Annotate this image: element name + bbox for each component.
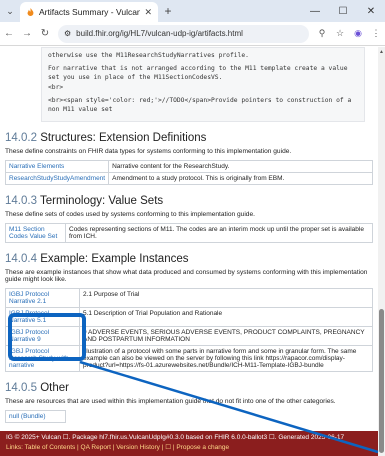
footer-line-1: IG © 2025+ Vulcan ☐. Package hl7.fhir.us… [6, 434, 345, 441]
section-heading-examples: 14.0.4 Example: Example Instances [5, 253, 373, 265]
close-window-icon[interactable]: ✕ [357, 0, 385, 22]
artifact-link[interactable]: null (Bundle) [5, 410, 66, 424]
menu-dots-icon[interactable]: ⋮ [367, 24, 385, 44]
section-description: These define constraints on FHIR data ty… [5, 148, 292, 156]
code-line: otherwise use the M11ResearchStudyNarrat… [48, 52, 249, 59]
browser-tab-bar: ⌄ Artifacts Summary - Vulcan UDP ✕ + — ☐… [0, 0, 385, 22]
scrollbar-thumb[interactable] [379, 309, 384, 453]
section-number: 14.0.5 [5, 382, 37, 395]
tab-title: Artifacts Summary - Vulcan UDP [39, 7, 141, 17]
artifact-description: 9 ADVERSE EVENTS, SERIOUS ADVERSE EVENTS… [79, 326, 373, 347]
artifact-description: Illustration of a protocol with some par… [79, 345, 373, 373]
ig-footer: IG © 2025+ Vulcan ☐. Package hl7.fhir.us… [0, 431, 378, 456]
section-title: Terminology: Value Sets [39, 195, 164, 208]
close-tab-icon[interactable]: ✕ [144, 7, 152, 18]
artifact-link[interactable]: Narrative Elements [4, 160, 110, 174]
section-number: 14.0.4 [5, 253, 37, 266]
minimize-icon[interactable]: — [301, 0, 329, 22]
bookmark-star-icon[interactable]: ☆ [331, 24, 349, 44]
artifact-description: Codes representing sections of M11. The … [65, 223, 373, 244]
empty-cell [66, 411, 374, 423]
browser-tab[interactable]: Artifacts Summary - Vulcan UDP ✕ [20, 2, 158, 22]
extensions-table: Narrative Elements Narrative content for… [4, 160, 373, 186]
artifact-link[interactable]: M11 Section Codes Value Set [5, 223, 66, 244]
section-title: Other [40, 382, 69, 395]
forward-arrow-icon[interactable]: → [18, 24, 36, 44]
artifact-link[interactable]: ResearchStudyStudyAmendment [4, 172, 110, 186]
section-title: Structures: Extension Definitions [40, 132, 207, 145]
url-bar[interactable]: ⚙ build.fhir.org/ig/HL7/vulcan-udp-ig/ar… [58, 24, 309, 43]
value-sets-table: M11 Section Codes Value Set Codes repres… [5, 223, 373, 244]
section-heading-value-sets: 14.0.3 Terminology: Value Sets [5, 195, 373, 207]
section-heading-other: 14.0.5 Other [5, 382, 373, 394]
artifact-description: 2.1 Purpose of Trial [79, 288, 373, 309]
new-tab-icon[interactable]: + [158, 0, 178, 22]
code-line: For narrative that is not arranged accor… [48, 65, 348, 91]
code-line: <br><span style='color: red;'>//TODO</sp… [48, 96, 356, 114]
artifact-description: 5.1 Description of Trial Population and … [79, 307, 373, 328]
section-number: 14.0.2 [5, 132, 37, 145]
table-row: M11 Section Codes Value Set Codes repres… [5, 223, 373, 244]
artifact-link[interactable]: IGBJ Protocol Narrative 2.1 [5, 288, 80, 309]
address-bar-row: ← → ↻ ⚙ build.fhir.org/ig/HL7/vulcan-udp… [0, 22, 385, 46]
table-row: ResearchStudyStudyAmendment Amendment to… [4, 172, 373, 186]
section-description: These are example instances that show wh… [5, 269, 368, 284]
reload-icon[interactable]: ↻ [36, 24, 54, 44]
url-text[interactable]: build.fhir.org/ig/HL7/vulcan-udp-ig/arti… [76, 29, 303, 38]
artifact-description: Narrative content for the ResearchStudy. [108, 160, 373, 174]
table-row: Narrative Elements Narrative content for… [4, 160, 373, 174]
back-arrow-icon[interactable]: ← [0, 24, 18, 44]
section-heading-extensions: 14.0.2 Structures: Extension Definitions [5, 132, 373, 144]
page-viewport: otherwise use the M11ResearchStudyNarrat… [0, 47, 378, 456]
table-row: IGBJ Protocol Narrative 2.1 2.1 Purpose … [5, 288, 373, 309]
window-controls: — ☐ ✕ [301, 0, 385, 22]
page-scrollbar[interactable]: ▲ [378, 47, 385, 456]
flame-icon [27, 7, 34, 16]
section-title: Example: Example Instances [40, 253, 189, 266]
artifact-description: Amendment to a study protocol. This is o… [108, 172, 373, 186]
profile-icon[interactable]: ◉ [349, 24, 367, 44]
tab-list-chevron-icon[interactable]: ⌄ [0, 0, 20, 22]
section-description: These are resources that are used within… [5, 398, 336, 406]
zoom-icon[interactable]: ⚲ [313, 24, 331, 44]
other-table: null (Bundle) [5, 410, 374, 424]
highlight-box [8, 313, 86, 361]
table-row: null (Bundle) [5, 410, 374, 424]
section-number: 14.0.3 [5, 195, 37, 208]
code-block: otherwise use the M11ResearchStudyNarrat… [41, 47, 365, 123]
site-info-icon[interactable]: ⚙ [64, 29, 71, 38]
maximize-icon[interactable]: ☐ [329, 0, 357, 22]
scroll-up-arrow-icon[interactable]: ▲ [379, 49, 384, 55]
footer-links[interactable]: Links: Table of Contents | QA Report | V… [6, 443, 372, 453]
section-description: These define sets of codes used by syste… [5, 211, 255, 219]
